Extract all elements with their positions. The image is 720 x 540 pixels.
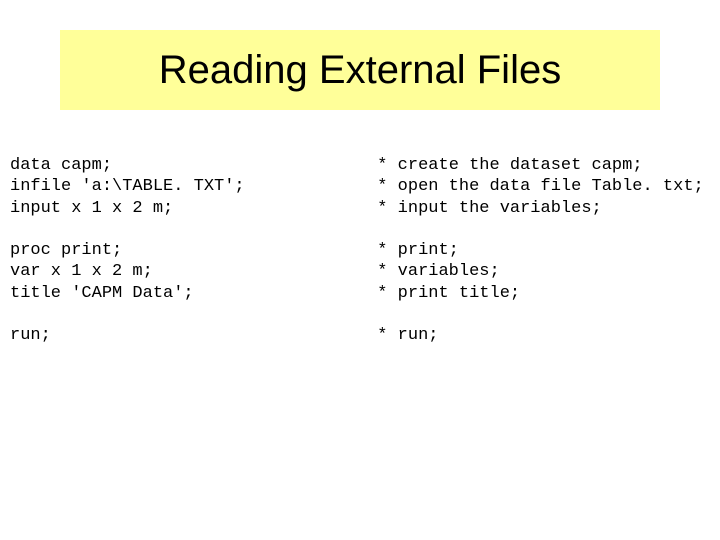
slide: Reading External Files data capm; * crea…	[0, 0, 720, 540]
code-pad	[122, 241, 377, 260]
code-comment: * input the variables;	[377, 199, 601, 218]
code-line: proc print; * print;	[10, 241, 459, 260]
code-left: infile 'a:\TABLE. TXT';	[10, 177, 245, 196]
code-line: infile 'a:\TABLE. TXT'; * open the data …	[10, 177, 704, 196]
code-pad	[173, 199, 377, 218]
code-pad	[194, 284, 378, 303]
code-comment: * print;	[377, 241, 459, 260]
code-left: run;	[10, 326, 51, 345]
code-comment: * variables;	[377, 262, 499, 281]
code-left: title 'CAPM Data';	[10, 284, 194, 303]
code-left: input x 1 x 2 m;	[10, 199, 173, 218]
code-line: data capm; * create the dataset capm;	[10, 156, 643, 175]
code-line: title 'CAPM Data'; * print title;	[10, 284, 520, 303]
code-line: run; * run;	[10, 326, 438, 345]
code-pad	[112, 156, 377, 175]
code-comment: * open the data file Table. txt;	[377, 177, 703, 196]
code-line: input x 1 x 2 m; * input the variables;	[10, 199, 602, 218]
code-left: proc print;	[10, 241, 122, 260]
code-pad	[153, 262, 377, 281]
title-bar: Reading External Files	[60, 30, 660, 110]
code-left: data capm;	[10, 156, 112, 175]
code-comment: * print title;	[377, 284, 520, 303]
slide-title: Reading External Files	[159, 48, 561, 93]
code-left: var x 1 x 2 m;	[10, 262, 153, 281]
code-listing: data capm; * create the dataset capm; in…	[10, 155, 704, 346]
code-line: var x 1 x 2 m; * variables;	[10, 262, 500, 281]
code-pad	[245, 177, 378, 196]
code-comment: * create the dataset capm;	[377, 156, 642, 175]
code-pad	[51, 326, 377, 345]
code-comment: * run;	[377, 326, 438, 345]
